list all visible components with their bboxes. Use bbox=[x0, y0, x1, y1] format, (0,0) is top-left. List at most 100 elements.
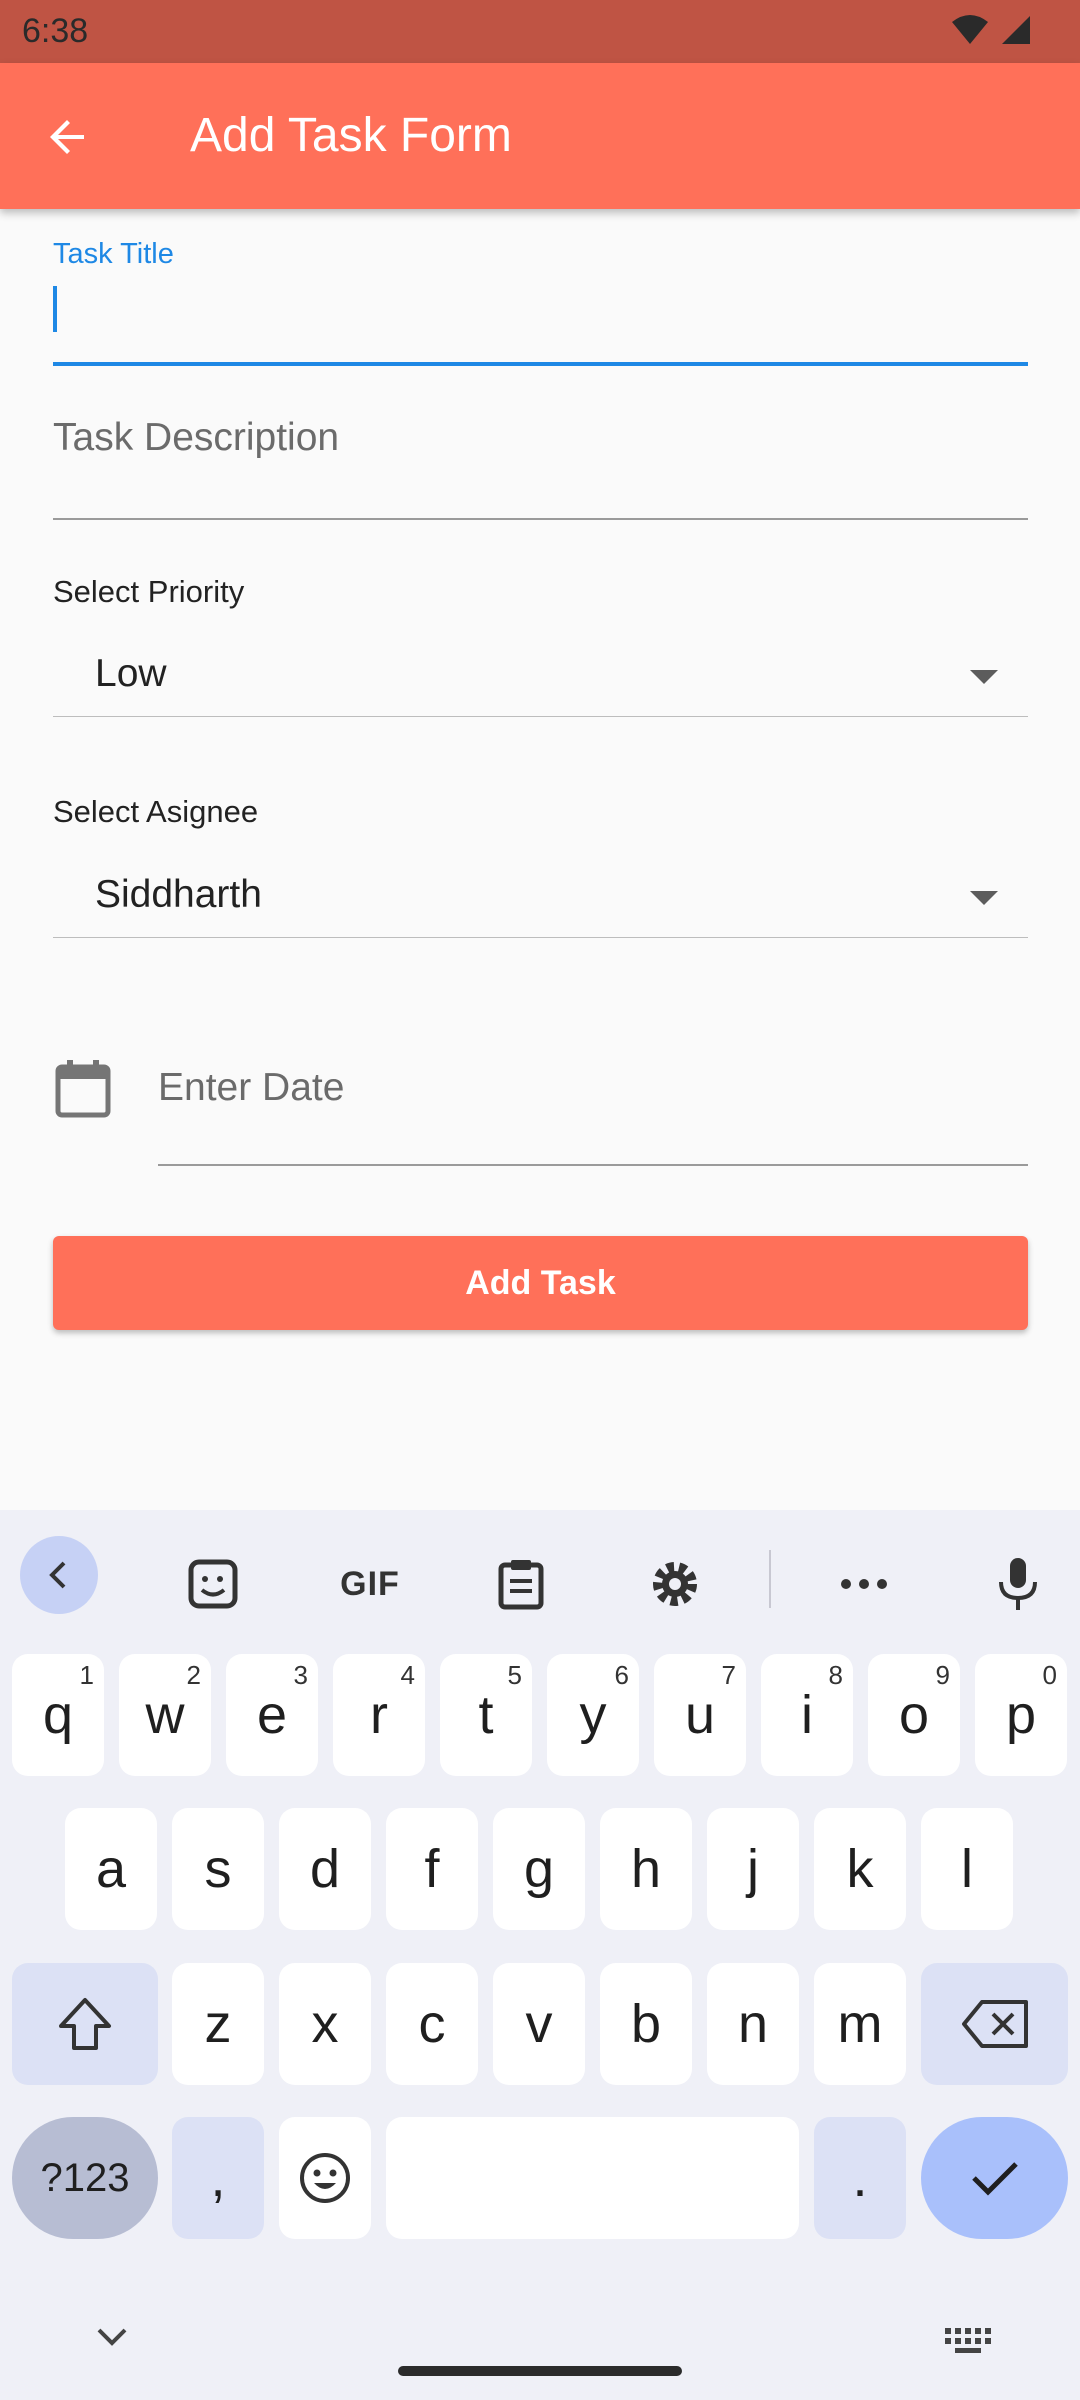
gif-button[interactable]: GIF bbox=[330, 1548, 410, 1620]
toolbar-divider bbox=[769, 1550, 771, 1608]
assignee-label: Select Asignee bbox=[53, 794, 259, 829]
date-input[interactable]: Enter Date bbox=[158, 1050, 1028, 1162]
key-hint: 9 bbox=[935, 1660, 950, 1690]
key-r[interactable]: r4 bbox=[333, 1654, 425, 1776]
key-label: t bbox=[478, 1685, 494, 1745]
space-key[interactable] bbox=[386, 2117, 799, 2239]
hide-keyboard-icon[interactable] bbox=[95, 2326, 129, 2348]
key-label: y bbox=[579, 1685, 607, 1745]
symbols-key[interactable]: ?123 bbox=[12, 2117, 158, 2239]
date-underline bbox=[158, 1164, 1028, 1166]
gif-label: GIF bbox=[340, 1564, 400, 1603]
key-u[interactable]: u7 bbox=[654, 1654, 746, 1776]
more-button[interactable] bbox=[828, 1548, 900, 1620]
add-task-button[interactable]: Add Task bbox=[53, 1236, 1028, 1330]
key-hint: 3 bbox=[293, 1660, 308, 1690]
sticker-icon bbox=[188, 1559, 238, 1609]
keyboard-collapse-button[interactable] bbox=[20, 1536, 98, 1614]
key-hint: 5 bbox=[507, 1660, 522, 1690]
key-g[interactable]: g bbox=[493, 1808, 585, 1930]
key-hint: 4 bbox=[400, 1660, 415, 1690]
text-cursor bbox=[53, 286, 57, 332]
key-a[interactable]: a bbox=[65, 1808, 157, 1930]
key-i[interactable]: i8 bbox=[761, 1654, 853, 1776]
back-button[interactable] bbox=[40, 109, 96, 165]
key-t[interactable]: t5 bbox=[440, 1654, 532, 1776]
key-label: u bbox=[684, 1685, 716, 1745]
key-hint: 1 bbox=[79, 1660, 94, 1690]
key-l[interactable]: l bbox=[921, 1808, 1013, 1930]
task-title-underline bbox=[53, 362, 1028, 366]
more-icon bbox=[841, 1579, 887, 1589]
key-hint: 8 bbox=[828, 1660, 843, 1690]
clipboard-button[interactable] bbox=[485, 1548, 557, 1620]
comma-key[interactable]: , bbox=[172, 2117, 264, 2239]
key-j[interactable]: j bbox=[707, 1808, 799, 1930]
page-title: Add Task Form bbox=[190, 109, 512, 162]
period-key[interactable]: . bbox=[814, 2117, 906, 2239]
key-label: q bbox=[42, 1685, 74, 1745]
settings-button[interactable] bbox=[639, 1548, 711, 1620]
signal-icon bbox=[1002, 16, 1030, 44]
key-hint: 0 bbox=[1042, 1660, 1057, 1690]
wifi-icon bbox=[952, 15, 988, 44]
key-k[interactable]: k bbox=[814, 1808, 906, 1930]
checkmark-icon bbox=[971, 2162, 1018, 2196]
key-label: r bbox=[370, 1685, 388, 1745]
shift-icon bbox=[59, 1998, 111, 2050]
status-time: 6:38 bbox=[22, 12, 89, 50]
keyboard: GIF q 1 w 2 e 3 r 4 t 5 y 6 u 7 i 8 o 9 … bbox=[0, 1510, 1080, 2400]
key-x[interactable]: x bbox=[279, 1963, 371, 2085]
sticker-button[interactable] bbox=[177, 1548, 249, 1620]
key-c[interactable]: c bbox=[386, 1963, 478, 2085]
key-label: e bbox=[256, 1685, 288, 1745]
key-label: i bbox=[801, 1685, 813, 1745]
dropdown-arrow-icon bbox=[970, 891, 998, 905]
key-q[interactable]: q1 bbox=[12, 1654, 104, 1776]
key-e[interactable]: e3 bbox=[226, 1654, 318, 1776]
home-indicator[interactable] bbox=[398, 2366, 682, 2376]
key-label: w bbox=[145, 1685, 185, 1745]
key-y[interactable]: y6 bbox=[547, 1654, 639, 1776]
gear-icon bbox=[653, 1562, 697, 1606]
key-z[interactable]: z bbox=[172, 1963, 264, 2085]
app-bar: Add Task Form bbox=[0, 63, 1080, 209]
task-title-input[interactable] bbox=[53, 270, 1028, 360]
key-s[interactable]: s bbox=[172, 1808, 264, 1930]
mic-button[interactable] bbox=[982, 1548, 1054, 1620]
enter-key[interactable] bbox=[921, 2117, 1068, 2239]
task-description-input[interactable]: Task Description bbox=[53, 400, 1028, 520]
key-n[interactable]: n bbox=[707, 1963, 799, 2085]
key-w[interactable]: w2 bbox=[119, 1654, 211, 1776]
key-d[interactable]: d bbox=[279, 1808, 371, 1930]
emoji-key[interactable] bbox=[279, 2117, 371, 2239]
keyboard-toolbar: GIF bbox=[0, 1510, 1080, 1640]
priority-dropdown[interactable] bbox=[53, 630, 1028, 720]
key-f[interactable]: f bbox=[386, 1808, 478, 1930]
clipboard-icon bbox=[498, 1560, 544, 1610]
status-bar: 6:38 bbox=[0, 0, 1080, 63]
key-o[interactable]: o9 bbox=[868, 1654, 960, 1776]
backspace-key[interactable] bbox=[921, 1963, 1068, 2085]
emoji-icon bbox=[300, 2153, 350, 2203]
priority-value: Low bbox=[95, 652, 167, 695]
priority-underline bbox=[53, 716, 1028, 717]
backspace-icon bbox=[961, 2000, 1028, 2048]
chevron-left-icon bbox=[49, 1561, 66, 1589]
key-v[interactable]: v bbox=[493, 1963, 585, 2085]
key-p[interactable]: p0 bbox=[975, 1654, 1067, 1776]
date-placeholder: Enter Date bbox=[158, 1066, 345, 1109]
shift-key[interactable] bbox=[12, 1963, 158, 2085]
key-h[interactable]: h bbox=[600, 1808, 692, 1930]
key-m[interactable]: m bbox=[814, 1963, 906, 2085]
status-icons bbox=[950, 14, 1032, 46]
keyboard-switch-icon[interactable] bbox=[945, 2328, 991, 2354]
assignee-value: Siddharth bbox=[95, 873, 262, 916]
assignee-underline bbox=[53, 937, 1028, 938]
calendar-button[interactable] bbox=[52, 1058, 114, 1120]
key-label: p bbox=[1005, 1685, 1037, 1745]
key-hint: 6 bbox=[614, 1660, 629, 1690]
dropdown-arrow-icon bbox=[970, 670, 998, 684]
key-b[interactable]: b bbox=[600, 1963, 692, 2085]
calendar-icon bbox=[55, 1060, 111, 1118]
